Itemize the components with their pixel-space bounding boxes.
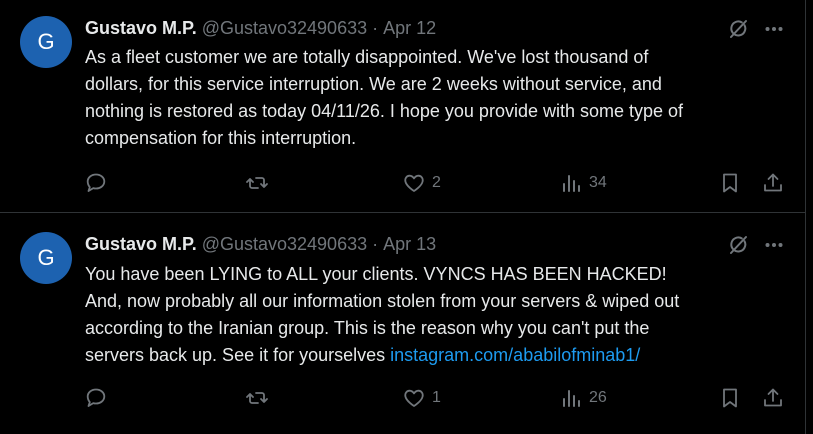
- views-icon: [561, 172, 583, 194]
- reply-icon: [84, 386, 108, 410]
- tweet[interactable]: G Gustavo M.P. @Gustavo32490633 · Apr 12…: [0, 0, 806, 213]
- tweet-link[interactable]: instagram.com/ababilofminab1/: [390, 345, 640, 365]
- share-button[interactable]: [761, 170, 785, 196]
- tweet-text-line: And, now probably all our information st…: [85, 291, 680, 311]
- more-icon[interactable]: [764, 235, 784, 255]
- share-icon: [761, 386, 785, 410]
- retweet-button[interactable]: [245, 170, 269, 196]
- retweet-icon: [245, 386, 269, 410]
- reply-button[interactable]: [84, 170, 108, 196]
- like-count: 1: [432, 389, 441, 406]
- bookmark-icon: [718, 171, 742, 195]
- share-icon: [761, 171, 785, 195]
- tweet-actions: 2 34: [84, 170, 784, 196]
- tweet-text-line: dollars, for this service interruption. …: [85, 74, 662, 94]
- timeline: G Gustavo M.P. @Gustavo32490633 · Apr 12…: [0, 0, 806, 434]
- more-icon[interactable]: [764, 19, 784, 39]
- avatar[interactable]: G: [20, 16, 72, 68]
- tweet-text: As a fleet customer we are totally disap…: [85, 44, 795, 152]
- tweet-text-line: according to the Iranian group. This is …: [85, 318, 650, 338]
- tweet-top-actions: [726, 16, 784, 42]
- tweet-text-line: compensation for this interruption.: [85, 128, 357, 148]
- avatar[interactable]: G: [20, 232, 72, 284]
- reply-icon: [84, 171, 108, 195]
- separator-dot: ·: [372, 233, 379, 254]
- separator-dot: ·: [372, 17, 379, 38]
- retweet-button[interactable]: [245, 385, 269, 411]
- tweet-actions: 1 26: [84, 385, 784, 411]
- tweet-header: Gustavo M.P. @Gustavo32490633 · Apr 13: [85, 232, 436, 256]
- reply-button[interactable]: [84, 385, 108, 411]
- grok-icon[interactable]: [726, 233, 750, 257]
- tweet[interactable]: G Gustavo M.P. @Gustavo32490633 · Apr 13…: [0, 214, 806, 434]
- grok-icon[interactable]: [726, 17, 750, 41]
- like-icon: [402, 386, 426, 410]
- author-handle[interactable]: @Gustavo32490633: [202, 18, 367, 39]
- tweet-header: Gustavo M.P. @Gustavo32490633 · Apr 12: [85, 16, 436, 40]
- like-icon: [402, 171, 426, 195]
- tweet-text: You have been LYING to ALL your clients.…: [85, 261, 795, 369]
- views-button[interactable]: 26: [561, 385, 607, 411]
- tweet-text-segment: servers back up. See it for yourselves: [85, 345, 391, 365]
- bookmark-button[interactable]: [718, 385, 742, 411]
- tweet-date[interactable]: Apr 13: [383, 234, 436, 255]
- tweet-text-line: You have been LYING to ALL your clients.…: [85, 264, 667, 284]
- like-count: 2: [432, 174, 441, 191]
- like-button[interactable]: 2: [402, 170, 441, 196]
- share-button[interactable]: [761, 385, 785, 411]
- like-button[interactable]: 1: [402, 385, 441, 411]
- author-handle[interactable]: @Gustavo32490633: [202, 234, 367, 255]
- views-count: 34: [589, 174, 607, 191]
- author-name[interactable]: Gustavo M.P.: [85, 234, 197, 255]
- tweet-text-line: nothing is restored as today 04/11/26. I…: [85, 101, 684, 121]
- tweet-date[interactable]: Apr 12: [383, 18, 436, 39]
- views-count: 26: [589, 389, 607, 406]
- author-name[interactable]: Gustavo M.P.: [85, 18, 197, 39]
- retweet-icon: [245, 171, 269, 195]
- tweet-text-line: servers back up. See it for yourselves i…: [85, 342, 795, 369]
- bookmark-icon: [718, 386, 742, 410]
- views-button[interactable]: 34: [561, 170, 607, 196]
- views-icon: [561, 387, 583, 409]
- bookmark-button[interactable]: [718, 170, 742, 196]
- tweet-text-line: As a fleet customer we are totally disap…: [85, 47, 649, 67]
- tweet-top-actions: [726, 232, 784, 258]
